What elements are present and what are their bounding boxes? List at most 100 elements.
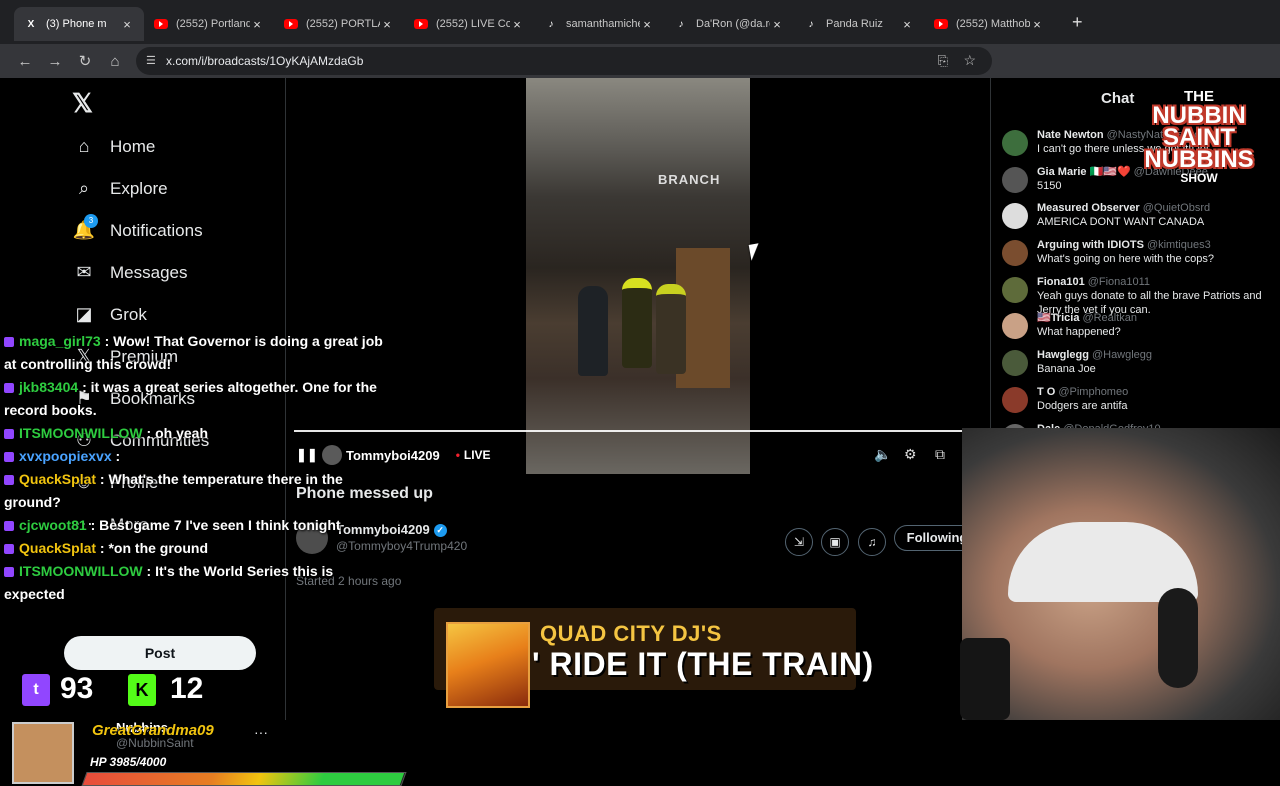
tab-close-icon[interactable]: × xyxy=(900,17,914,32)
chat-user-name[interactable]: Hawglegg xyxy=(1037,349,1089,361)
video-person xyxy=(656,284,686,374)
overlay-chat-user: xvxpoopiexvx xyxy=(19,448,112,464)
sidebar-item-home[interactable]: ⌂ Home xyxy=(72,136,156,157)
browser-tab[interactable]: X (3) Phone m × xyxy=(14,7,144,41)
tab-close-icon[interactable]: × xyxy=(380,17,394,32)
chat-user-name[interactable]: 🇺🇸Tricia xyxy=(1037,312,1079,324)
sidebar-item-label: Grok xyxy=(110,304,147,324)
back-button[interactable]: ← xyxy=(10,53,40,70)
new-tab-icon[interactable]: + xyxy=(1072,12,1083,33)
tab-close-icon[interactable]: × xyxy=(770,17,784,32)
clip-icon[interactable]: ▣ xyxy=(821,528,849,556)
browser-tab[interactable]: (2552) Matthob × xyxy=(924,7,1054,41)
chat-avatar[interactable] xyxy=(1002,386,1028,413)
mouse-cursor-icon xyxy=(748,243,762,261)
sidebar-item-notifications[interactable]: 🔔 3 Notifications xyxy=(72,214,203,241)
browser-tab[interactable]: (2552) LIVE Cov × xyxy=(404,7,534,41)
notify-icon[interactable]: ♫ xyxy=(858,528,886,556)
overlay-chat-user: maga_girl73 xyxy=(19,333,101,349)
address-bar[interactable]: ☰ x.com/i/broadcasts/1OyKAjAMzdaGb ⎘ ☆ xyxy=(136,47,992,75)
post-button[interactable]: Post xyxy=(64,636,256,670)
forward-button[interactable]: → xyxy=(40,53,70,70)
overlay-chat-user: ITSMOONWILLOW xyxy=(19,563,143,579)
tab-title: Panda Ruiz xyxy=(826,18,883,30)
tiktok-icon: ♪ xyxy=(678,18,684,30)
home-button[interactable]: ⌂ xyxy=(100,53,130,70)
browser-tab[interactable]: ♪ Panda Ruiz × xyxy=(794,7,924,41)
chat-user-handle[interactable]: @Pimphomeo xyxy=(1058,386,1128,398)
chat-badge-icon xyxy=(4,521,14,532)
chat-user-name[interactable]: Measured Observer xyxy=(1037,202,1140,214)
browser-tab[interactable]: (2552) PORTLAN× xyxy=(274,7,404,41)
overlay-chat-line: cjcwoot81 : Best game 7 I've seen I thin… xyxy=(4,514,384,537)
chat-avatar[interactable] xyxy=(1002,276,1028,303)
youtube-icon xyxy=(284,19,298,29)
tab-close-icon[interactable]: × xyxy=(120,17,134,32)
live-badge: LIVE xyxy=(456,448,491,462)
chat-user-name[interactable]: T O xyxy=(1037,386,1055,398)
browser-tab[interactable]: ♪ Da'Ron (@da.ro × xyxy=(664,7,794,41)
chat-user-name[interactable]: Arguing with IDIOTS xyxy=(1037,239,1144,251)
account-more-icon[interactable]: ··· xyxy=(254,724,268,740)
browser-tab-strip: X (3) Phone m × (2552) Portland × (2552) PORT… xyxy=(0,0,1280,44)
overlay-chat-user: QuackSplat xyxy=(19,471,97,487)
x-logo-icon[interactable]: 𝕏 xyxy=(72,88,93,119)
overlay-chat-line: QuackSplat : *on the ground xyxy=(4,537,384,560)
install-app-icon[interactable]: ⎘ xyxy=(938,53,948,69)
tiktok-icon: ♪ xyxy=(548,18,554,30)
tab-close-icon[interactable]: × xyxy=(250,17,264,32)
chat-user-name[interactable]: Nate Newton xyxy=(1037,129,1104,141)
tab-close-icon[interactable]: × xyxy=(510,17,524,32)
sidebar-item-label: Explore xyxy=(110,178,168,198)
settings-gear-icon[interactable]: ⚙ xyxy=(904,446,917,463)
sidebar-item-messages[interactable]: ✉ Messages xyxy=(72,262,187,283)
overlay-chat-line: jkb83404 : it was a great series altoget… xyxy=(4,376,384,422)
url-text: x.com/i/broadcasts/1OyKAjAMzdaGb xyxy=(166,54,364,68)
chat-avatar[interactable] xyxy=(1002,130,1028,156)
chat-avatar[interactable] xyxy=(1002,313,1028,340)
album-art xyxy=(446,622,530,708)
browser-tab[interactable]: (2552) Portland × xyxy=(144,7,274,41)
tab-close-icon[interactable]: × xyxy=(640,17,654,32)
pip-icon[interactable]: ⧉ xyxy=(935,446,945,463)
overlay-chat-user: QuackSplat xyxy=(19,540,97,556)
chat-avatar[interactable] xyxy=(1002,350,1028,377)
chat-avatar[interactable] xyxy=(1002,166,1028,193)
volume-icon[interactable]: 🔈 xyxy=(874,446,891,463)
logo-line-2: NUBBIN SAINT NUBBINS xyxy=(1144,102,1254,173)
chat-text: What's going on here with the cops? xyxy=(1037,253,1214,266)
chat-badge-icon xyxy=(4,544,14,555)
chat-user-handle[interactable]: @QuietObsrd xyxy=(1143,202,1210,214)
reload-button[interactable]: ↻ xyxy=(70,52,100,70)
chat-user-handle[interactable]: @Hawglegg xyxy=(1092,349,1152,361)
video-progress-bar[interactable] xyxy=(294,430,984,432)
kick-icon: K xyxy=(128,674,156,706)
bookmark-star-icon[interactable]: ☆ xyxy=(963,52,976,69)
chat-user-handle[interactable]: @Realtkan xyxy=(1082,312,1137,324)
overlay-chat-text: : *on the ground xyxy=(99,540,209,556)
sidebar-item-explore[interactable]: ⌕ Explore xyxy=(72,178,168,199)
browser-tab[interactable]: ♪ samanthamiche × xyxy=(534,7,664,41)
broadcast-video[interactable]: BRANCH xyxy=(526,78,750,474)
tab-title: Da'Ron (@da.ro xyxy=(696,18,770,30)
chat-avatar[interactable] xyxy=(1002,203,1028,230)
chat-user-name[interactable]: Gia Marie 🇮🇹🇺🇸❤️ xyxy=(1037,166,1131,178)
chat-user-name[interactable]: Fiona101 xyxy=(1037,276,1085,288)
overlay-chat-text: : oh yeah xyxy=(146,425,209,441)
sidebar-item-label: Notifications xyxy=(110,220,203,240)
search-icon: ⌕ xyxy=(78,178,90,198)
chat-avatar[interactable] xyxy=(1002,240,1028,267)
site-info-icon[interactable]: ☰ xyxy=(146,54,156,67)
chat-user-handle[interactable]: @kimtiques3 xyxy=(1147,239,1211,251)
chat-badge-icon xyxy=(4,429,14,440)
chat-message: 🇺🇸Tricia @Realtkan What happened? xyxy=(1002,311,1272,348)
dock-icon[interactable]: ⇲ xyxy=(785,528,813,556)
twitch-viewer-count: 93 xyxy=(60,672,94,705)
chat-badge-icon xyxy=(4,337,14,348)
mail-icon: ✉ xyxy=(76,262,92,282)
chat-user-handle[interactable]: @Fiona1011 xyxy=(1088,276,1150,288)
browser-toolbar: ← → ↻ ⌂ ☰ x.com/i/broadcasts/1OyKAjAMzda… xyxy=(0,44,1280,111)
sidebar-item-grok[interactable]: ◪ Grok xyxy=(72,304,147,325)
chat-badge-icon xyxy=(4,383,14,394)
tab-close-icon[interactable]: × xyxy=(1030,17,1044,32)
